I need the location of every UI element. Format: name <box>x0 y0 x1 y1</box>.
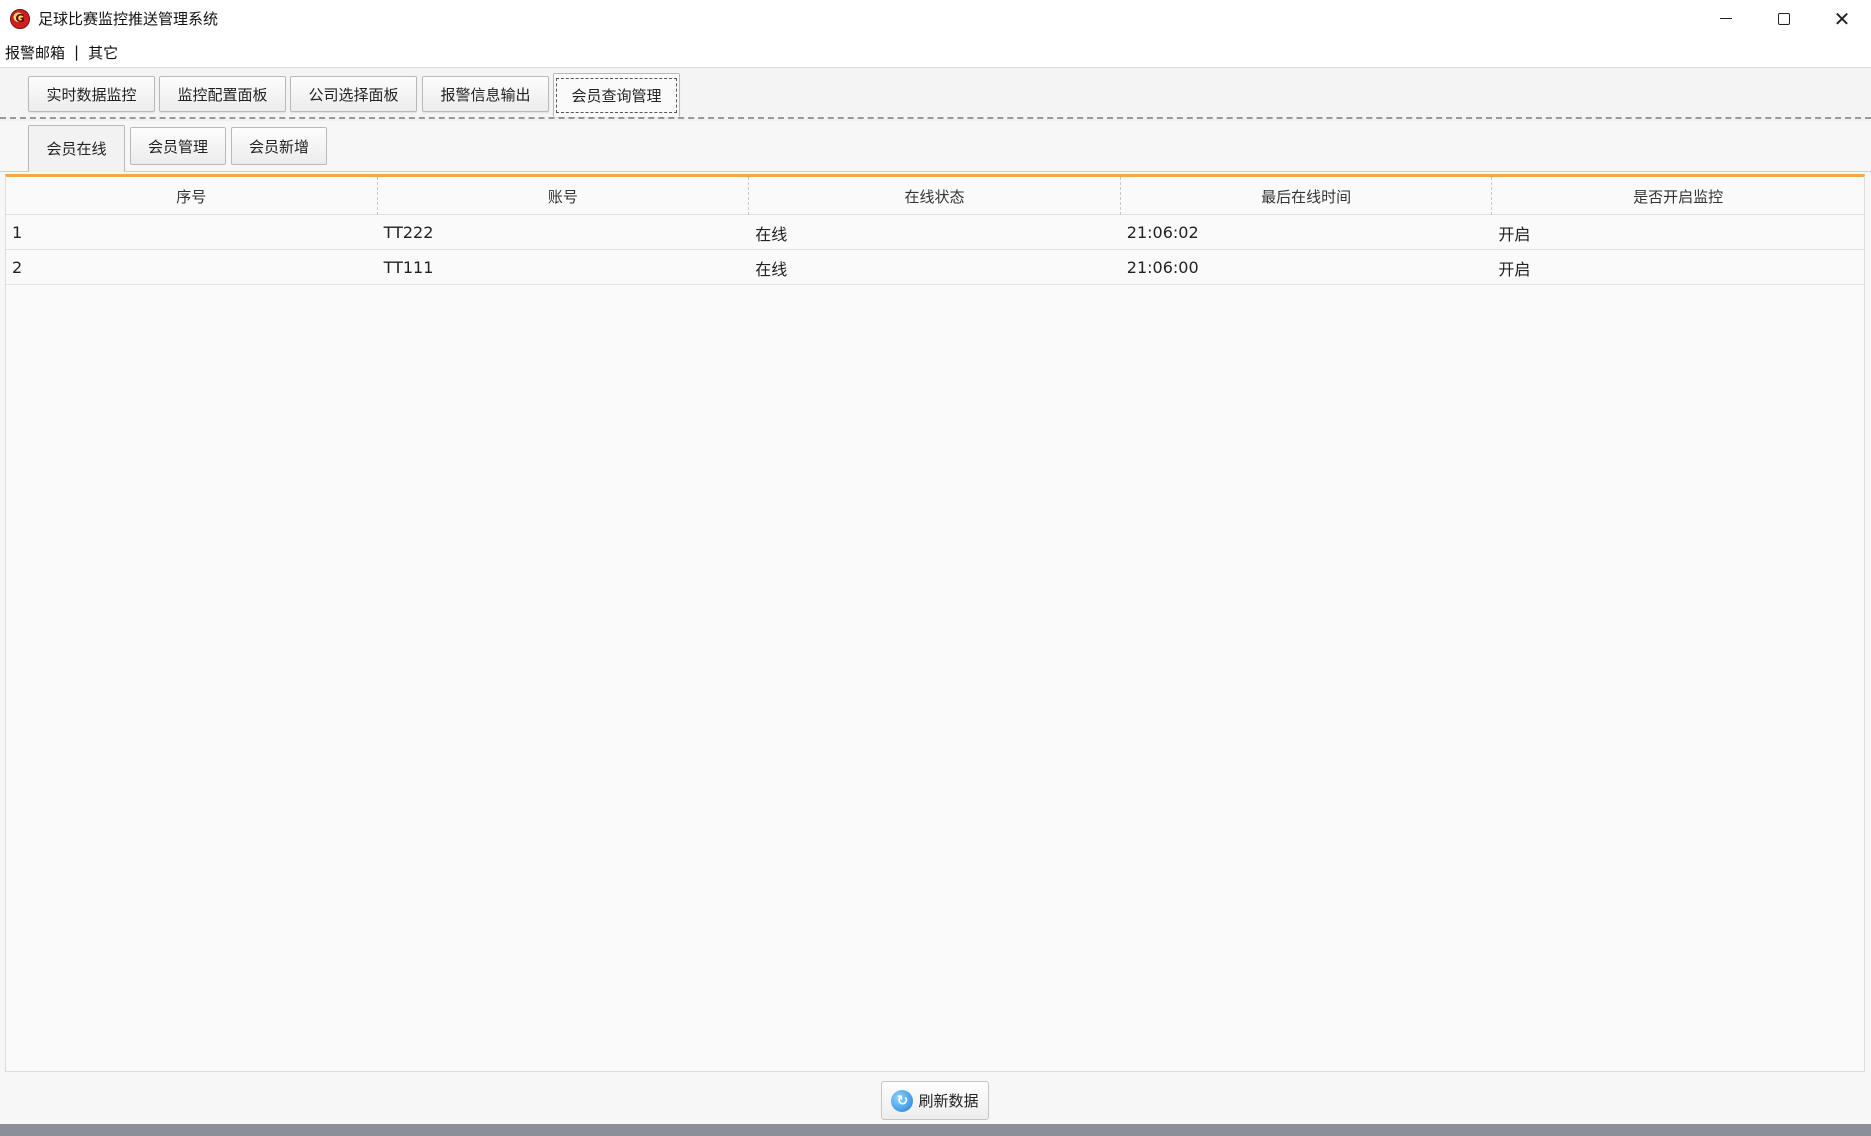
menu-bar: 报警邮箱 | 其它 <box>0 37 1871 68</box>
tab-label: 会员在线 <box>46 140 107 158</box>
column-header-last-online-time[interactable]: 最后在线时间 <box>1121 177 1493 215</box>
maximize-button[interactable] <box>1755 0 1813 37</box>
member-query-panel: 会员在线 会员管理 会员新增 序号 账号 在线状态 最后在线时间 是否开启监控 … <box>0 121 1871 1124</box>
table-row[interactable]: 2 TT111 在线 21:06:00 开启 <box>6 250 1864 285</box>
column-header-online-status[interactable]: 在线状态 <box>749 177 1121 215</box>
cell-online-status: 在线 <box>755 259 788 279</box>
tab-label: 监控配置面板 <box>177 85 268 104</box>
main-tab-strip: 实时数据监控 监控配置面板 公司选择面板 报警信息输出 会员查询管理 <box>0 68 1871 119</box>
close-icon: ✕ <box>1833 6 1851 31</box>
column-header-monitor-enabled[interactable]: 是否开启监控 <box>1492 177 1864 215</box>
refresh-data-button[interactable]: ↻ 刷新数据 <box>881 1081 989 1120</box>
tab-alert-output[interactable]: 报警信息输出 <box>422 76 549 112</box>
tab-label: 会员新增 <box>248 137 309 156</box>
window-bottom-edge <box>0 1124 1871 1136</box>
refresh-label: 刷新数据 <box>918 1092 979 1110</box>
tab-label: 公司选择面板 <box>308 85 399 104</box>
window-title: 足球比赛监控推送管理系统 <box>38 10 219 28</box>
tab-label: 实时数据监控 <box>46 85 137 104</box>
table-body: 1 TT222 在线 21:06:02 开启 2 TT111 在线 21:06:… <box>6 215 1864 285</box>
menu-alert-email[interactable]: 报警邮箱 <box>5 42 65 63</box>
column-header-index[interactable]: 序号 <box>6 177 378 215</box>
tab-realtime-monitor[interactable]: 实时数据监控 <box>28 76 155 112</box>
cell-monitor-enabled: 开启 <box>1498 259 1531 279</box>
cell-index: 1 <box>12 223 23 242</box>
menu-separator: | <box>74 43 80 61</box>
tab-member-manage[interactable]: 会员管理 <box>130 127 226 165</box>
menu-other[interactable]: 其它 <box>88 42 118 63</box>
column-header-account[interactable]: 账号 <box>378 177 750 215</box>
minimize-icon <box>1720 18 1732 19</box>
tab-label: 报警信息输出 <box>440 85 531 104</box>
table-header: 序号 账号 在线状态 最后在线时间 是否开启监控 <box>6 177 1864 215</box>
tab-member-online[interactable]: 会员在线 <box>28 125 125 172</box>
cell-account: TT222 <box>383 223 434 242</box>
cell-monitor-enabled: 开启 <box>1498 224 1531 244</box>
app-logo-icon: G <box>10 8 30 29</box>
cell-account: TT111 <box>383 258 434 277</box>
refresh-icon: ↻ <box>891 1089 914 1112</box>
minimize-button[interactable] <box>1697 0 1755 37</box>
cell-last-online-time: 21:06:00 <box>1126 258 1199 277</box>
cell-index: 2 <box>12 258 23 277</box>
tab-label: 会员管理 <box>147 137 208 156</box>
cell-last-online-time: 21:06:02 <box>1126 223 1199 242</box>
tab-member-query[interactable]: 会员查询管理 <box>553 73 680 117</box>
tab-company-select[interactable]: 公司选择面板 <box>290 76 417 112</box>
cell-online-status: 在线 <box>755 224 788 244</box>
title-bar: G 足球比赛监控推送管理系统 ✕ <box>0 0 1871 37</box>
window-controls: ✕ <box>1697 0 1871 37</box>
close-button[interactable]: ✕ <box>1813 0 1871 37</box>
maximize-icon <box>1778 12 1790 25</box>
tab-member-add[interactable]: 会员新增 <box>231 127 327 165</box>
member-table: 序号 账号 在线状态 最后在线时间 是否开启监控 1 TT222 在线 21:0… <box>5 174 1865 1072</box>
table-row[interactable]: 1 TT222 在线 21:06:02 开启 <box>6 215 1864 250</box>
tab-monitor-config[interactable]: 监控配置面板 <box>159 76 286 112</box>
sub-tab-strip: 会员在线 会员管理 会员新增 <box>0 121 1871 172</box>
tab-label: 会员查询管理 <box>556 77 677 113</box>
